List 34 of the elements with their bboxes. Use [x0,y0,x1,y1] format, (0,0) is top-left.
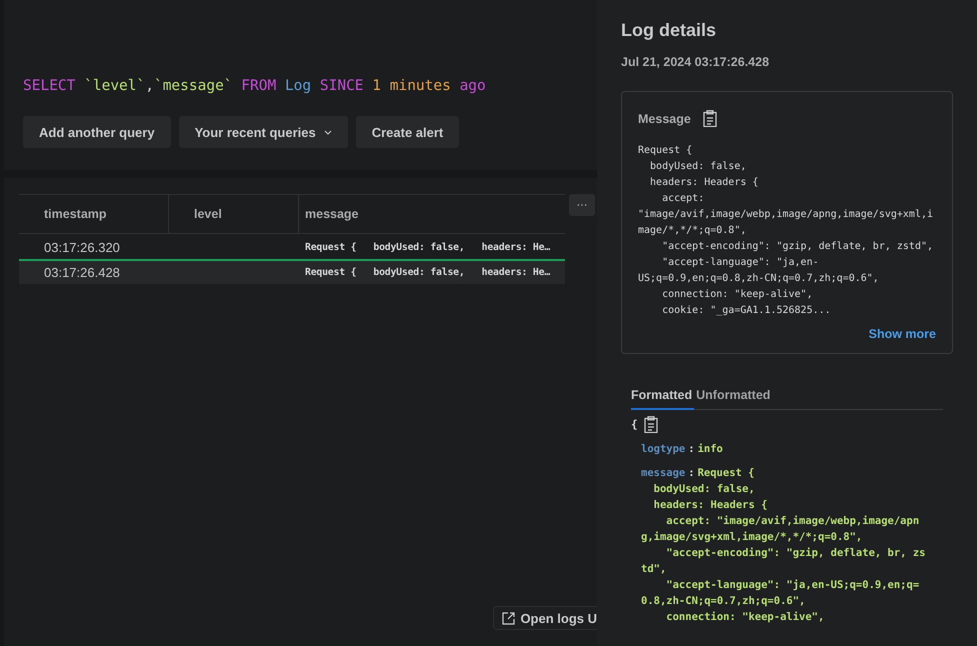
table-cell-text: 03:17:26.320 [43,240,121,255]
clipboard-icon[interactable] [644,416,658,433]
open-logs-button[interactable]: Open logs U [493,606,597,630]
query-button[interactable]: Create alert [356,116,460,148]
field-separator: : [687,443,696,455]
field-key: message [641,467,686,479]
drawer-title: Log details [621,20,718,41]
column-header[interactable]: message [299,195,565,233]
column-header[interactable]: level [169,195,299,233]
field-separator: : [687,467,696,479]
query-button[interactable]: Add another query [23,116,171,148]
log-row[interactable]: 03:17:26.320 Request { bodyUsed: false, headers: He… [19,234,565,259]
view-tab[interactable]: Formatted [631,386,694,410]
field-value-continued: bodyUsed: false, headers: Headers { accept: "image/avif,image/webp,image/apn g,image/svg+xml,image/*,*/*;q=0.8", "accept-encoding": "gzip, deflate, br, zs td", "accept-language": "ja,en-US;q=0.9,en;q= 0.8,zh-CN;q=0.7,zh;q=0.6", connection: "keep-alive", [641,482,926,625]
open-brace: { [631,418,638,431]
recent-queries-dropdown[interactable]: Your recent queries [178,116,348,148]
external-link-icon [502,612,516,624]
log-row[interactable]: 03:17:26.428 Request { bodyUsed: false, headers: He… [19,259,565,284]
clipboard-icon[interactable] [702,110,717,127]
field-key: logtype [641,443,686,455]
chevron-down-icon [324,130,332,134]
show-more-link[interactable]: Show more [638,327,936,341]
field-value: info [698,443,723,455]
log-timestamp: Jul 21, 2024 03:17:26.428 [621,55,770,69]
field-value: Request { [698,467,754,479]
table-cell-text: Request { bodyUsed: false, headers: He… [304,267,552,278]
column-header[interactable]: timestamp [19,195,169,233]
card-label: Message [638,112,691,126]
more-button[interactable]: ··· [569,194,595,216]
query-text[interactable]: SELECT `level`,`message` FROM Log SINCE 1 minutes ago [23,78,486,94]
table-cell-text: Request { bodyUsed: false, headers: He… [304,242,552,253]
table-cell-text: 03:17:26.428 [43,265,121,280]
message-text: Request { bodyUsed: false, headers: Headers { accept: "image/avif,image/webp,image/apng,image/svg+xml,i mage/*,*/*;q=0.8", "accept-encoding": "gzip, deflate, br, zstd", "accept-language": "ja,en- US;q=0.9,en;q=0.8,zh-CN;q=0.7,zh;q=0.6", connection: "keep-alive", cookie: "_ga=GA1.1.526825... [638,144,934,318]
view-tab[interactable]: Unformatted [696,386,772,410]
